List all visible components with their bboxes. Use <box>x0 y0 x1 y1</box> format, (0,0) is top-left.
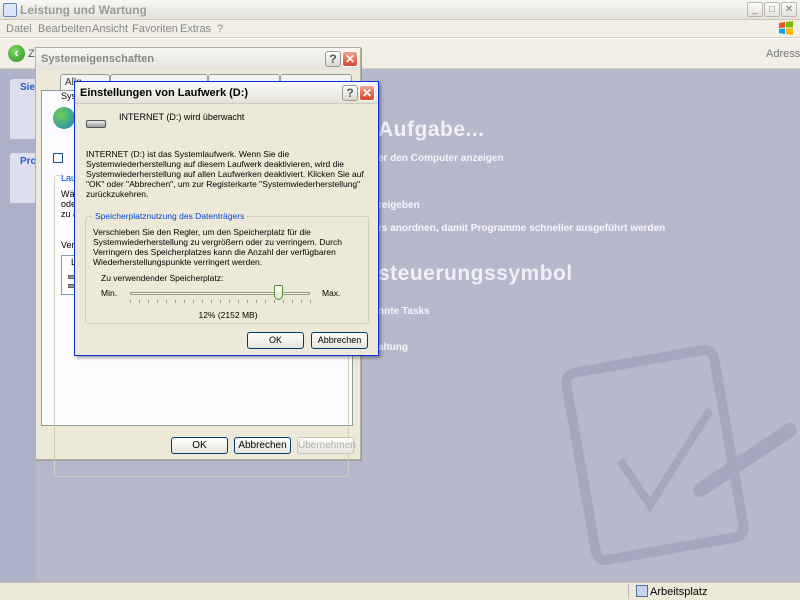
slider-tick <box>301 300 302 303</box>
help-button[interactable]: ? <box>325 51 341 67</box>
slider-tick <box>238 300 239 303</box>
space-label: Zu verwendender Speicherplatz: <box>101 273 224 283</box>
disk-usage-group: Speicherplatznutzung des Datenträgers Ve… <box>85 211 369 324</box>
slider-tick <box>229 300 230 303</box>
system-properties-title-bar: Systemeigenschaften ? ✕ <box>36 48 360 70</box>
cancel-button[interactable]: Abbrechen <box>234 437 291 454</box>
slider-tick <box>256 300 257 303</box>
slider-tick <box>139 300 140 303</box>
main-title-bar: Leistung und Wartung _ □ ✕ <box>0 0 800 20</box>
maximize-button[interactable]: □ <box>764 2 780 17</box>
slider-tick <box>274 300 275 303</box>
slider-tick <box>157 300 158 303</box>
task-link[interactable]: altung <box>378 342 408 353</box>
slider-tick <box>175 300 176 303</box>
menu-item-bearbeiten[interactable]: Bearbeiten <box>38 23 91 35</box>
menu-item-help[interactable]: ? <box>217 23 223 35</box>
menu-item-datei[interactable]: Datei <box>6 23 32 35</box>
slider-tick <box>220 300 221 303</box>
task-link[interactable]: rs anordnen, damit Programme schneller a… <box>378 223 665 234</box>
slider-tick <box>193 300 194 303</box>
slider-tick <box>310 300 311 303</box>
slider-tick <box>265 300 266 303</box>
tablet-watermark-icon <box>561 345 797 565</box>
panel-text-fragment: Wä <box>61 189 75 199</box>
task-link[interactable]: reigeben <box>378 200 420 211</box>
drive-settings-dialog: Einstellungen von Laufwerk (D:) ? ✕ INTE… <box>74 81 379 356</box>
page-heading-task: Aufgabe... <box>378 118 485 141</box>
menu-item-ansicht[interactable]: Ansicht <box>92 23 128 35</box>
slider-thumb[interactable] <box>273 285 283 300</box>
slider-tick <box>247 300 248 303</box>
group-title: Speicherplatznutzung des Datenträgers <box>93 211 247 221</box>
back-arrow-icon[interactable]: ‹ <box>8 45 25 62</box>
cancel-button[interactable]: Abbrechen <box>311 332 368 349</box>
slider-tick <box>283 300 284 303</box>
left-task-panel: Siel Pro <box>0 69 38 582</box>
info-text: INTERNET (D:) ist das Systemlaufwerk. We… <box>86 149 364 199</box>
menu-item-favoriten[interactable]: Favoriten <box>132 23 178 35</box>
task-link[interactable]: er den Computer anzeigen <box>378 153 504 164</box>
system-properties-title: Systemeigenschaften <box>41 53 155 65</box>
close-button[interactable]: ✕ <box>342 51 358 67</box>
slider-tick <box>202 300 203 303</box>
slider-tick <box>292 300 293 303</box>
ok-button[interactable]: OK <box>247 332 304 349</box>
computer-icon <box>636 585 648 597</box>
hard-drive-icon <box>86 120 106 128</box>
minimize-button[interactable]: _ <box>747 2 763 17</box>
drive-header: INTERNET (D:) wird überwacht <box>119 112 244 122</box>
usage-text: 12% (2152 MB) <box>198 310 258 320</box>
drive-settings-title: Einstellungen von Laufwerk (D:) <box>80 87 249 99</box>
apply-button[interactable]: Übernehmen <box>297 437 356 454</box>
min-label: Min. <box>101 288 118 298</box>
slider-track[interactable] <box>130 292 310 295</box>
slider-tick <box>130 300 131 303</box>
left-panel-box: Siel <box>10 79 38 139</box>
drive-name: INTERNET (D:) <box>119 112 182 122</box>
status-text: Arbeitsplatz <box>650 586 708 598</box>
slider-tick <box>166 300 167 303</box>
main-window-title: Leistung und Wartung <box>20 3 147 17</box>
left-panel-box: Pro <box>10 153 37 203</box>
group-description: Verschieben Sie den Regler, um den Speic… <box>93 227 342 267</box>
drive-status: wird überwacht <box>183 112 245 122</box>
page-heading-control-panel: steuerungssymbol <box>378 262 573 285</box>
system-restore-icon <box>53 107 75 129</box>
menu-item-extras[interactable]: Extras <box>180 23 211 35</box>
menu-bar: Datei Bearbeiten Ansicht Favoriten Extra… <box>0 20 800 38</box>
task-link[interactable]: nnte Tasks <box>378 306 430 317</box>
close-button[interactable]: ✕ <box>359 85 375 101</box>
windows-logo-icon <box>779 21 793 35</box>
slider-tick <box>148 300 149 303</box>
window-app-icon <box>3 3 17 17</box>
slider-tick <box>211 300 212 303</box>
help-button[interactable]: ? <box>342 85 358 101</box>
slider-tick <box>184 300 185 303</box>
max-label: Max. <box>322 288 341 298</box>
status-bar: Arbeitsplatz <box>0 582 800 600</box>
checkbox[interactable] <box>53 153 63 163</box>
address-label: Adresse <box>766 48 800 60</box>
close-button[interactable]: ✕ <box>781 2 797 17</box>
ok-button[interactable]: OK <box>171 437 228 454</box>
drive-settings-title-bar: Einstellungen von Laufwerk (D:) ? ✕ <box>75 82 378 104</box>
